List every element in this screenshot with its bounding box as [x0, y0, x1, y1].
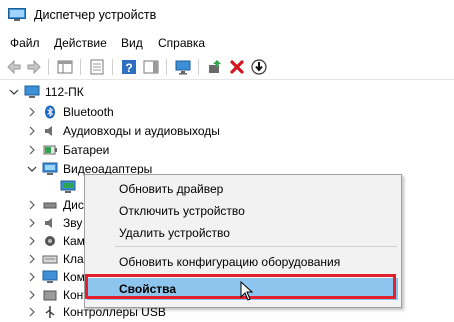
- collapse-chevron-icon[interactable]: [9, 87, 19, 97]
- svg-text:?: ?: [125, 61, 132, 75]
- tree-item-audio-io[interactable]: Аудиовходы и аудиовыходы: [0, 122, 454, 140]
- computer-icon: [42, 270, 58, 283]
- bluetooth-icon: [45, 105, 55, 119]
- menu-file[interactable]: Файл: [10, 36, 40, 50]
- tree-item-batteries[interactable]: Батареи: [0, 141, 454, 159]
- menu-action[interactable]: Действие: [54, 36, 107, 50]
- keyboard-icon: [42, 255, 58, 264]
- download-driver-icon[interactable]: [250, 58, 268, 76]
- expand-chevron-icon[interactable]: [27, 107, 37, 117]
- mouse-cursor-icon: [240, 281, 254, 301]
- tree-item-label: Кла: [63, 252, 84, 266]
- properties-icon[interactable]: [88, 58, 106, 76]
- menu-bar: Файл Действие Вид Справка: [0, 33, 454, 53]
- tree-item-bluetooth[interactable]: Bluetooth: [0, 103, 454, 121]
- show-hide-tree-icon[interactable]: [56, 58, 74, 76]
- toolbar-separator: [48, 59, 49, 75]
- context-item-label: Обновить конфигурацию оборудования: [119, 255, 341, 269]
- menu-help[interactable]: Справка: [158, 36, 205, 50]
- computer-icon: [24, 85, 40, 98]
- tree-root[interactable]: 112-ПК: [0, 83, 454, 101]
- context-item-update-driver[interactable]: Обновить драйвер: [85, 178, 401, 200]
- display-adapter-icon: [42, 162, 58, 175]
- context-separator: [115, 246, 397, 247]
- expand-chevron-icon[interactable]: [27, 218, 37, 228]
- toolbar-separator: [166, 59, 167, 75]
- tree-item-label: Аудиовходы и аудиовыходы: [63, 124, 220, 138]
- camera-icon: [45, 236, 55, 246]
- context-item-label: Обновить драйвер: [119, 182, 224, 196]
- context-item-uninstall-device[interactable]: Удалить устройство: [85, 222, 401, 244]
- expand-chevron-icon[interactable]: [27, 126, 37, 136]
- window-title: Диспетчер устройств: [34, 8, 157, 22]
- usb-icon: [45, 306, 55, 318]
- back-arrow-icon[interactable]: [5, 58, 23, 76]
- battery-icon: [43, 145, 57, 155]
- expand-chevron-icon[interactable]: [27, 272, 37, 282]
- context-item-scan-hardware[interactable]: Обновить конфигурацию оборудования: [85, 251, 401, 273]
- device-manager-icon: [8, 8, 26, 21]
- expand-chevron-icon[interactable]: [27, 307, 37, 317]
- expand-chevron-icon[interactable]: [27, 200, 37, 210]
- collapse-chevron-icon[interactable]: [27, 164, 37, 174]
- tree-item-label: Зву: [63, 216, 83, 230]
- forward-arrow-icon[interactable]: [25, 58, 43, 76]
- uninstall-icon[interactable]: [228, 58, 246, 76]
- context-item-label: Удалить устройство: [119, 226, 230, 240]
- update-driver-icon[interactable]: [206, 58, 224, 76]
- expand-chevron-icon[interactable]: [27, 290, 37, 300]
- toolbar-separator: [80, 59, 81, 75]
- tree-item-label: Bluetooth: [63, 105, 114, 119]
- toolbar-separator: [198, 59, 199, 75]
- tree-item-label: Ком: [63, 270, 85, 284]
- toolbar: ?: [0, 55, 454, 80]
- context-item-label: Отключить устройство: [119, 204, 245, 218]
- toolbar-separator: [112, 59, 113, 75]
- expand-chevron-icon[interactable]: [27, 236, 37, 246]
- context-item-disable-device[interactable]: Отключить устройство: [85, 200, 401, 222]
- menu-view[interactable]: Вид: [121, 36, 143, 50]
- controller-icon: [43, 290, 57, 301]
- scan-hardware-icon[interactable]: [174, 58, 192, 76]
- tree-item-label: Батареи: [63, 143, 110, 157]
- expand-chevron-icon[interactable]: [27, 254, 37, 264]
- expand-chevron-icon[interactable]: [27, 145, 37, 155]
- sound-icon: [45, 218, 52, 228]
- action-pane-icon[interactable]: [142, 58, 160, 76]
- title-bar: Диспетчер устройств: [0, 0, 454, 32]
- speaker-icon: [45, 126, 52, 136]
- display-adapter-device-icon: [60, 180, 76, 193]
- tree-item-label: Кам: [63, 234, 85, 248]
- help-icon[interactable]: ?: [120, 58, 138, 76]
- tree-root-label: 112-ПК: [45, 85, 84, 99]
- disk-drive-icon: [43, 202, 57, 209]
